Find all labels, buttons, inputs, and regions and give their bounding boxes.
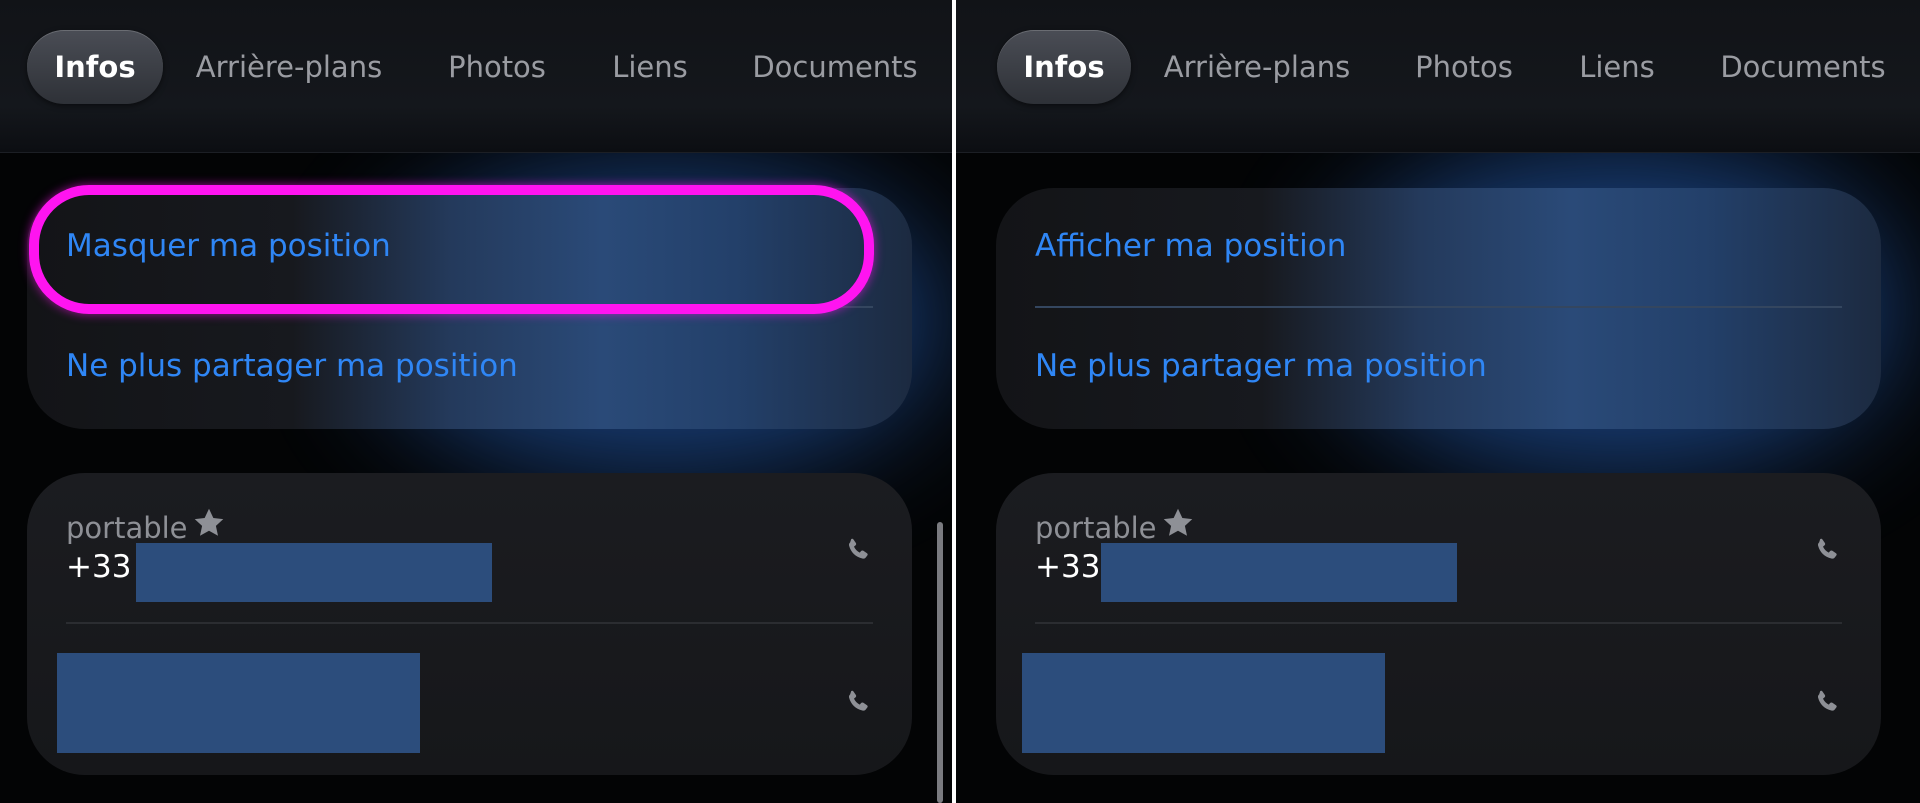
tab-liens[interactable]: Liens [604, 30, 696, 104]
stop-sharing-location-button[interactable]: Ne plus partager ma position [1035, 348, 1487, 384]
right-panel: Infos Arrière-plans Photos Liens Documen… [956, 0, 1920, 803]
separator [66, 622, 873, 624]
phone-type-label: portable [66, 511, 188, 545]
star-icon [1163, 508, 1193, 536]
phone-number-prefix[interactable]: +33 [66, 549, 131, 585]
phone-number-prefix[interactable]: +33 [1035, 549, 1100, 585]
redacted-phone-number [1101, 543, 1457, 602]
tab-arriere-plans[interactable]: Arrière-plans [186, 30, 392, 104]
phone-card: portable +33 [996, 473, 1881, 775]
phone-icon[interactable] [843, 535, 873, 565]
tab-photos[interactable]: Photos [436, 30, 558, 104]
phone-icon[interactable] [1812, 687, 1842, 717]
separator [1035, 306, 1842, 308]
left-panel: Infos Arrière-plans Photos Liens Documen… [0, 0, 952, 803]
tab-arriere-plans[interactable]: Arrière-plans [1154, 30, 1360, 104]
phone-type-label: portable [1035, 511, 1157, 545]
phone-card: portable +33 [27, 473, 912, 775]
tab-infos[interactable]: Infos [997, 30, 1131, 104]
phone-icon[interactable] [843, 687, 873, 717]
redacted-contact-row [1022, 653, 1385, 753]
phone-icon[interactable] [1812, 535, 1842, 565]
tab-bar: Infos Arrière-plans Photos Liens Documen… [956, 0, 1920, 153]
tab-photos[interactable]: Photos [1403, 30, 1525, 104]
redacted-phone-number [136, 543, 492, 602]
tab-bar: Infos Arrière-plans Photos Liens Documen… [0, 0, 952, 153]
star-icon [194, 508, 224, 536]
tab-liens[interactable]: Liens [1571, 30, 1663, 104]
tab-documents[interactable]: Documents [750, 30, 920, 104]
tab-infos[interactable]: Infos [27, 30, 163, 104]
show-location-button[interactable]: Afficher ma position [1035, 228, 1346, 264]
separator [1035, 622, 1842, 624]
scrollbar[interactable] [937, 522, 943, 803]
redacted-contact-row [57, 653, 420, 753]
location-card: Afficher ma position Ne plus partager ma… [996, 188, 1881, 429]
stop-sharing-location-button[interactable]: Ne plus partager ma position [66, 348, 518, 384]
highlight-annotation [29, 185, 874, 314]
tab-documents[interactable]: Documents [1718, 30, 1888, 104]
